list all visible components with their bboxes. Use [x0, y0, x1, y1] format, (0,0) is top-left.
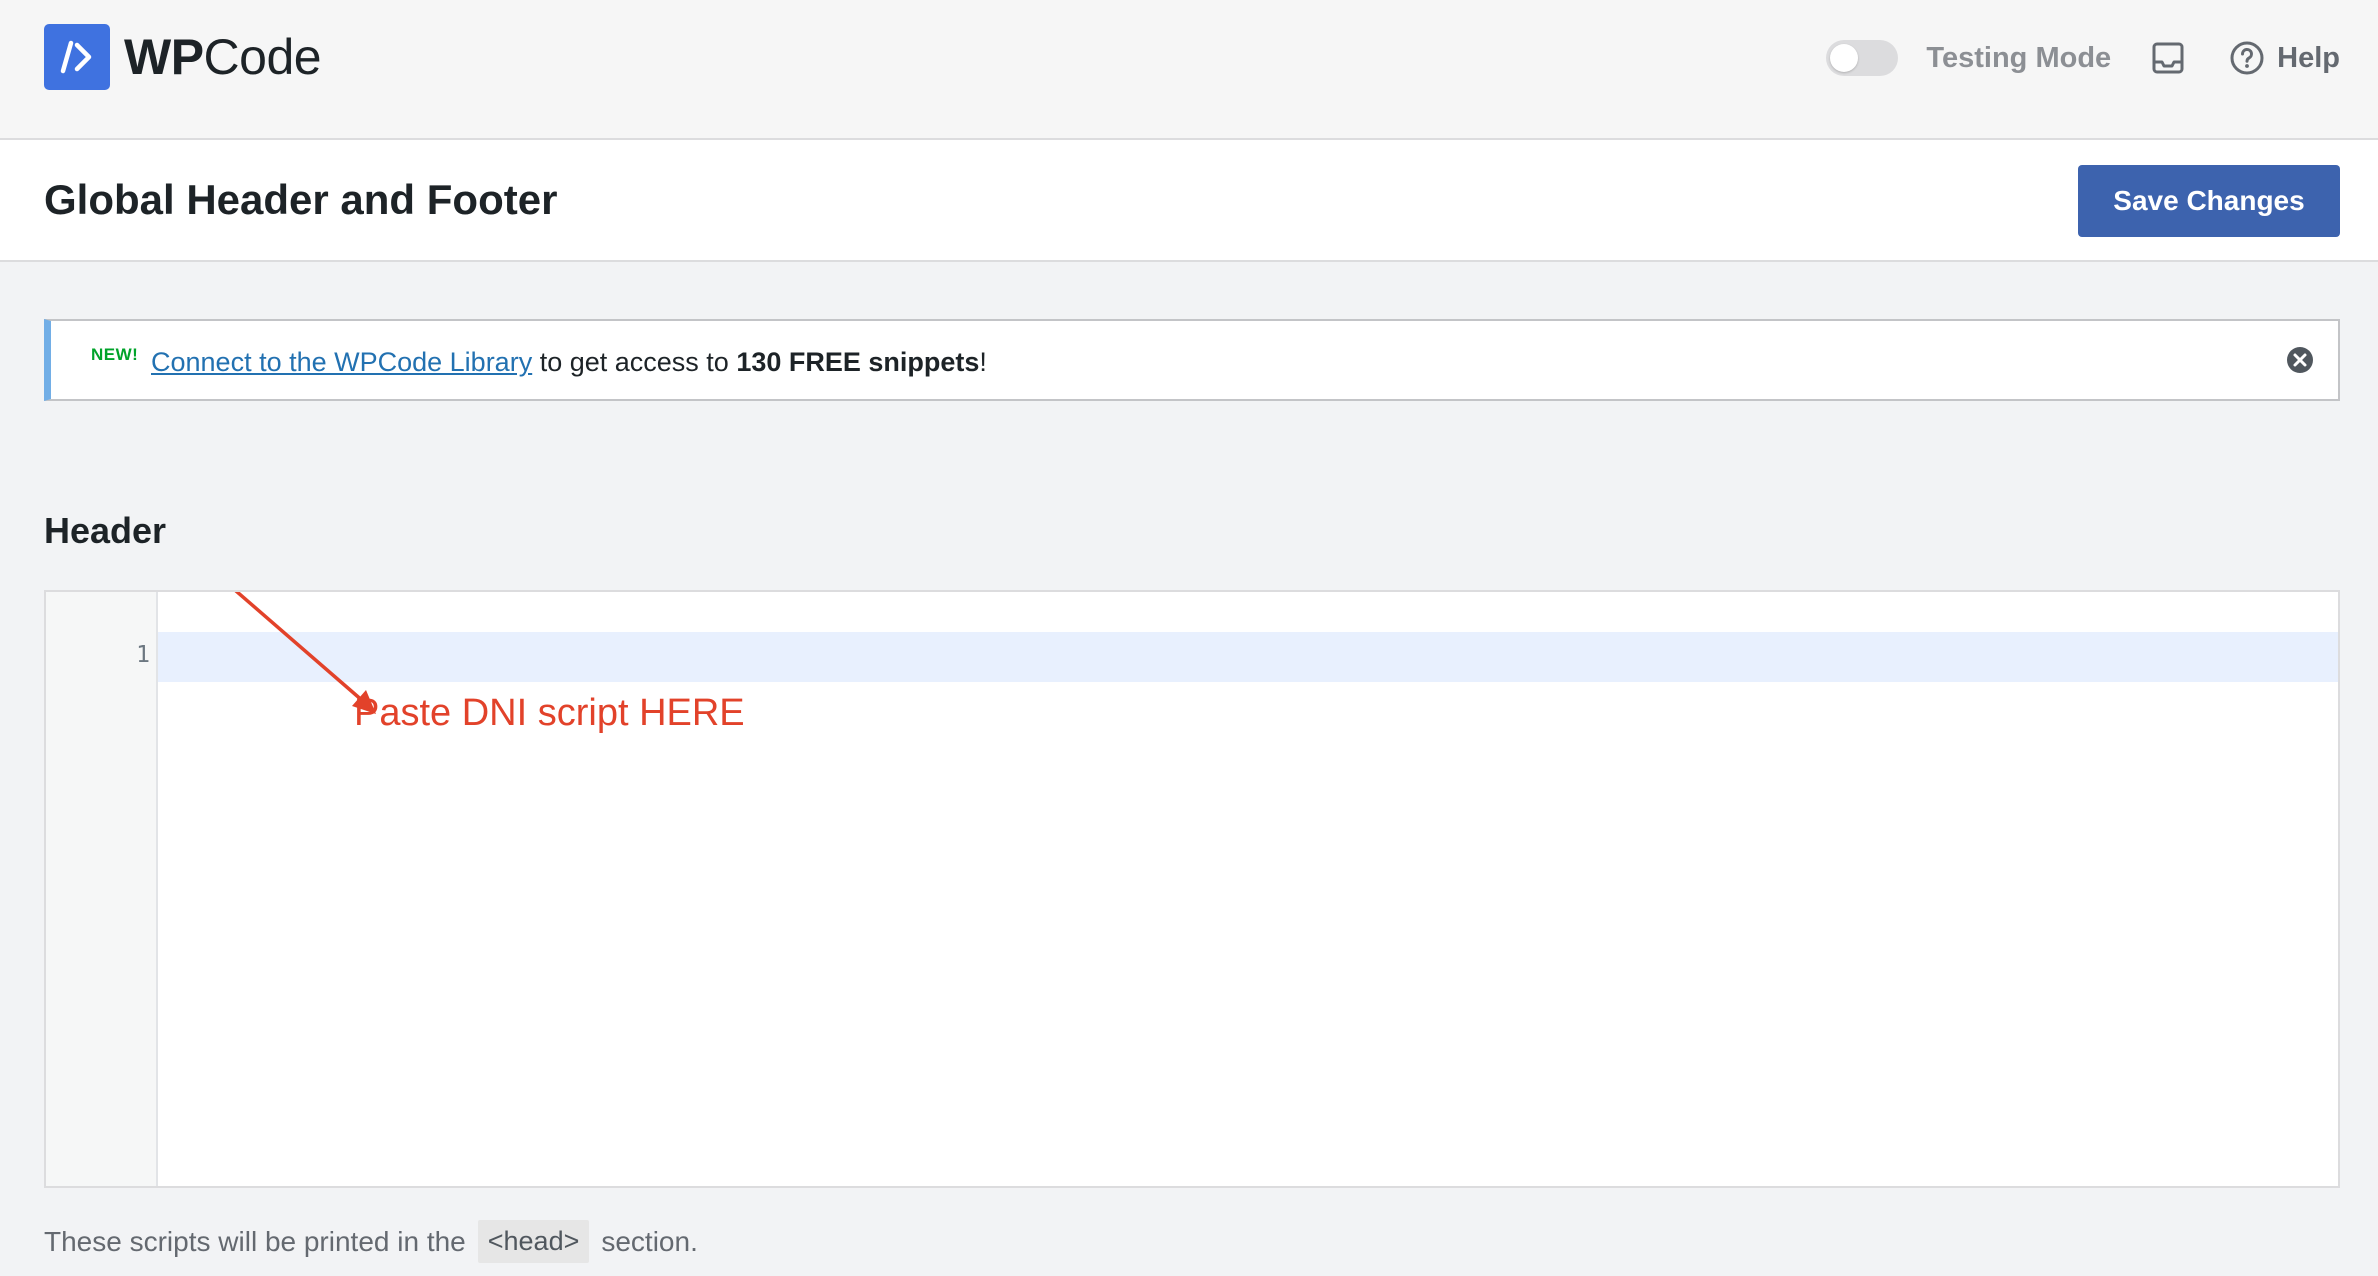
connect-library-link[interactable]: Connect to the WPCode Library — [151, 347, 532, 377]
close-circle-icon[interactable] — [2286, 346, 2314, 374]
page-title: Global Header and Footer — [44, 176, 558, 223]
logo-text: WPCode — [124, 29, 322, 85]
page-header: Global Header and Footer Save Changes — [0, 140, 2378, 262]
notice-end-text: ! — [979, 347, 987, 377]
testing-mode-toggle[interactable] — [1826, 40, 1899, 76]
toggle-knob — [1830, 44, 1859, 72]
header-helper-text: These scripts will be printed in the <he… — [44, 1220, 698, 1263]
notice-text: Connect to the WPCode Library to get acc… — [151, 347, 987, 378]
head-code-tag: <head> — [477, 1220, 590, 1263]
wpcode-logo-icon — [44, 24, 110, 90]
help-button[interactable]: Help — [2229, 40, 2340, 76]
header-section-title: Header — [44, 510, 167, 551]
inbox-icon[interactable] — [2151, 41, 2185, 75]
active-line-highlight[interactable] — [158, 632, 2338, 682]
testing-mode-label: Testing Mode — [1926, 41, 2112, 74]
top-bar: WPCode Testing Mode Help — [0, 0, 2378, 140]
save-changes-button[interactable]: Save Changes — [2078, 165, 2340, 237]
header-code-editor[interactable]: 1 Paste DNI script HERE — [44, 590, 2340, 1188]
helper-suffix: section. — [601, 1225, 698, 1257]
library-notice: NEW! Connect to the WPCode Library to ge… — [44, 319, 2340, 401]
annotation-text: Paste DNI script HERE — [354, 692, 745, 734]
helper-prefix: These scripts will be printed in the — [44, 1225, 466, 1257]
new-badge: NEW! — [91, 345, 139, 364]
notice-middle-text: to get access to — [532, 347, 737, 377]
line-number-gutter: 1 — [46, 592, 158, 1186]
line-number: 1 — [136, 642, 150, 668]
wpcode-logo[interactable]: WPCode — [44, 24, 322, 90]
notice-bold-text: 130 FREE snippets — [736, 347, 980, 377]
help-circle-icon — [2229, 40, 2265, 76]
top-right-controls: Testing Mode Help — [1826, 36, 2340, 80]
help-label: Help — [2277, 41, 2340, 74]
